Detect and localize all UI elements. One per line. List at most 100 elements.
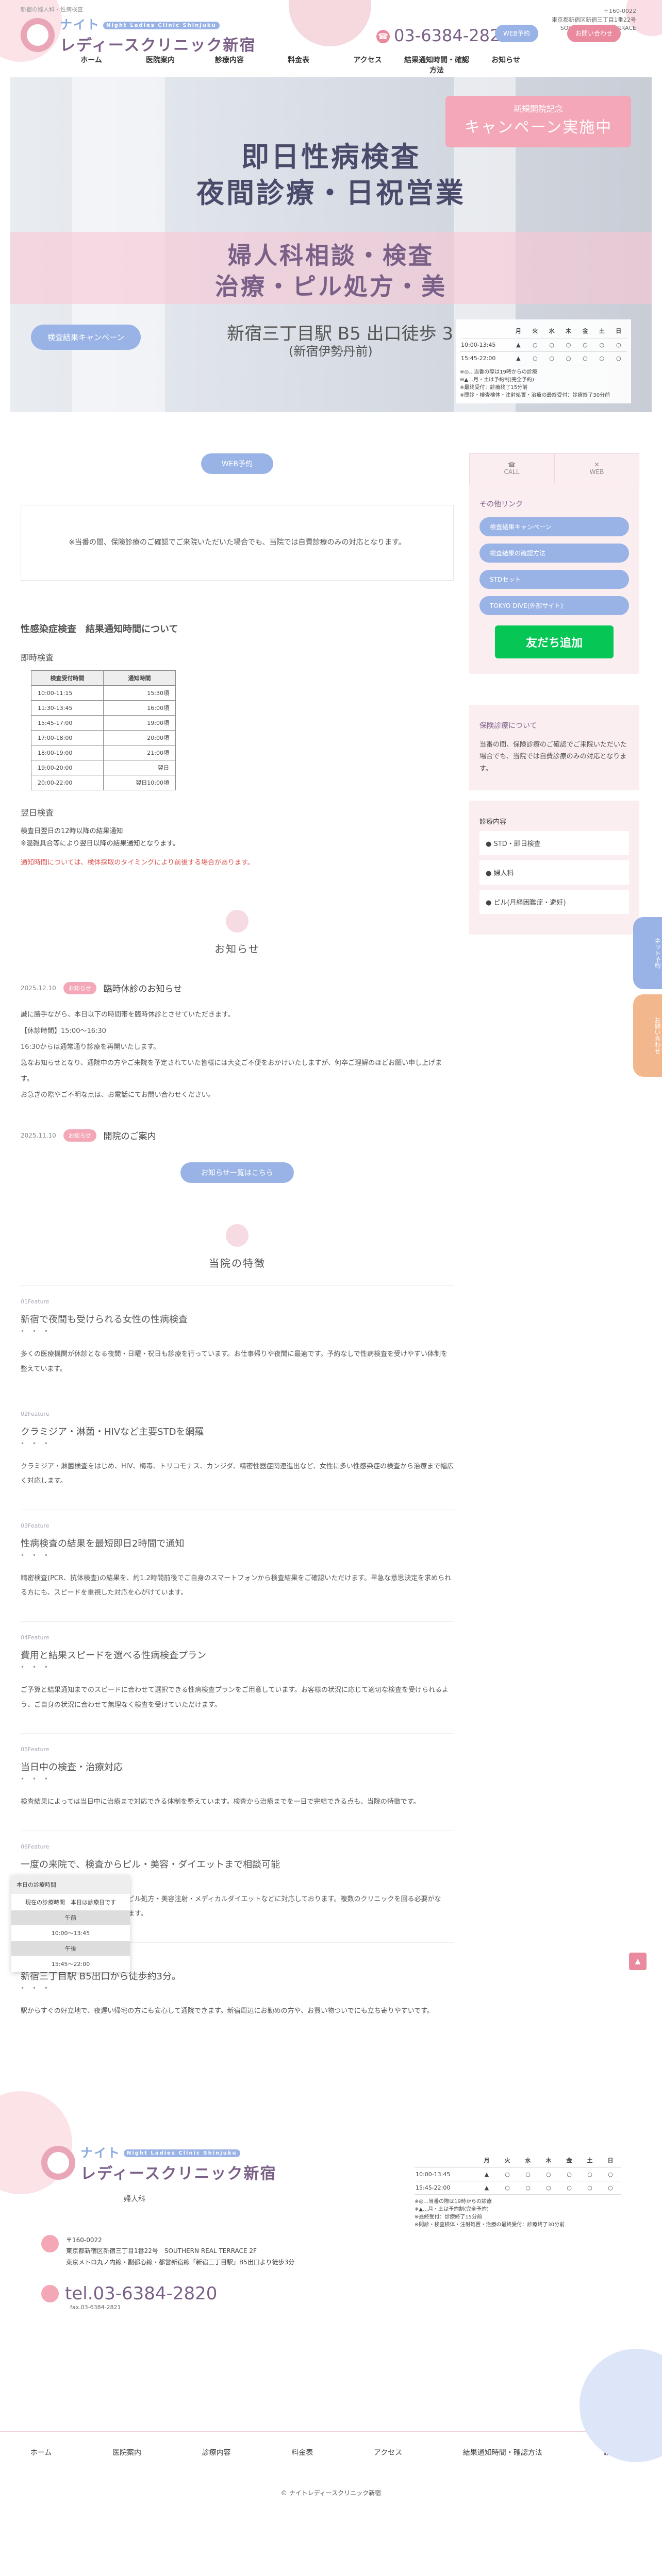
site-logo[interactable]: ナイト Night Ladies Clinic Shinjuku レディースクリニ… bbox=[21, 14, 256, 55]
feature-body: クラミジア・淋菌検査をはじめ、HIV、梅毒、トリコモナス、カンジダ、精密性器症関… bbox=[21, 1462, 454, 1485]
std-cell: 翌日10:00頃 bbox=[103, 775, 176, 791]
footer-nav-results[interactable]: 結果通知時間・確認方法 bbox=[463, 2447, 542, 2458]
web-reserve-button[interactable]: WEB予約 bbox=[201, 453, 274, 474]
news-item-title[interactable]: 臨時休診のお知らせ bbox=[104, 981, 183, 994]
nav-news[interactable]: お知らせ bbox=[471, 55, 540, 80]
hero-campaign-button[interactable]: 検査結果キャンペーン bbox=[31, 325, 141, 350]
global-nav: ホーム 医院案内 診療内容 料金表 アクセス 結果通知時間・確認方法 お知らせ bbox=[57, 55, 540, 80]
footer-nav-services[interactable]: 診療内容 bbox=[202, 2447, 231, 2458]
schedule-mark: ▲ bbox=[476, 2181, 497, 2195]
header-phone-number: 03-6384-2820 bbox=[394, 26, 511, 45]
page-top-button[interactable]: ▲ bbox=[629, 1953, 647, 1970]
side-menu-item-label: STD・即日検査 bbox=[493, 840, 541, 849]
schedule-mark: ○ bbox=[497, 2167, 518, 2181]
news-paragraph: お急ぎの際やご不明な点は、お電話にてお問い合わせください。 bbox=[21, 1091, 215, 1099]
footer-address-line: 東京都新宿区新宿三丁目1番22号 SOUTHERN REAL TERRACE 2… bbox=[66, 2247, 257, 2255]
nav-clinic[interactable]: 医院案内 bbox=[126, 55, 195, 80]
hero-headline-3: 婦人科相談・検査 bbox=[228, 242, 434, 269]
feature-item: 03Feature 性病検査の結果を最短即日2時間で通知 • • • 精密検査(… bbox=[21, 1509, 454, 1621]
nav-access[interactable]: アクセス bbox=[333, 55, 402, 80]
line-add-friend-button[interactable]: 友だち追加 bbox=[495, 625, 614, 658]
side-tab-web[interactable]: ✕ WEB bbox=[554, 453, 639, 483]
site-header: 新宿の婦人科・性病検査 ナイト Night Ladies Clinic Shinj… bbox=[0, 0, 662, 80]
next-day-title: 翌日検査 bbox=[21, 808, 54, 818]
footer-address-line: 〒160-0022 bbox=[66, 2236, 102, 2244]
feature-point: 06Feature bbox=[21, 1843, 49, 1850]
schedule-table: 月 火 水 木 金 土 日 10:00-13:45 ▲ ○ ○ ○ ○ ○ ○ bbox=[415, 2153, 621, 2195]
schedule-day: 水 bbox=[518, 2153, 538, 2168]
decor-blob bbox=[289, 0, 371, 46]
hero-headline-2: 夜間診療・日祝営業 bbox=[196, 177, 466, 209]
news-title: お知らせ bbox=[214, 943, 260, 956]
side-link-results[interactable]: 検査結果の確認方法 bbox=[479, 544, 629, 563]
popup-head: 本日の診療時間 bbox=[11, 1875, 130, 1894]
news-item[interactable]: 2025.12.10 お知らせ 臨時休診のお知らせ 誠に勝手ながら、本日以下の時… bbox=[21, 981, 454, 1103]
footer-nav-home[interactable]: ホーム bbox=[30, 2447, 52, 2458]
std-cell: 20:00頃 bbox=[103, 730, 176, 746]
side-menu-item-label: 婦人科 bbox=[493, 870, 514, 878]
footer-address: 〒160-0022 東京都新宿区新宿三丁目1番22号 SOUTHERN REAL… bbox=[41, 2234, 621, 2268]
nav-results[interactable]: 結果通知時間・確認方法 bbox=[402, 55, 471, 80]
side-menu-item[interactable]: ● ピル(月経困難症・避妊) bbox=[479, 890, 629, 914]
side-insurance-label: 保険診療について bbox=[479, 722, 537, 730]
schedule-mark: ○ bbox=[559, 2167, 580, 2181]
side-tab-call[interactable]: ☎ CALL bbox=[469, 453, 554, 483]
today-hours-popup: 本日の診療時間 現在の診療時間 本日は診療日です 午前 10:00～13:45 … bbox=[11, 1875, 130, 1972]
feature-title: 一度の来院で、検査からピル・美容・ダイエットまで相談可能 bbox=[21, 1859, 280, 1870]
notice-box: ※当番の間、保険診療のご確認でご来院いただいた場合でも、当院では自費診療のみの対… bbox=[21, 505, 454, 581]
schedule-day: 金 bbox=[576, 324, 594, 338]
nav-home[interactable]: ホーム bbox=[57, 55, 126, 80]
logo-text-2: レディースクリニック新宿 bbox=[80, 2164, 277, 2183]
table-row: 20:00-22:00 翌日10:00頃 bbox=[31, 775, 176, 791]
schedule-day: 木 bbox=[560, 324, 577, 338]
std-table-head: 検査受付時間 通知時間 bbox=[31, 670, 176, 686]
feature-body: 駅からすぐの好立地で、夜遅い帰宅の方にも安心して通院できます。新宿周辺にお勤めの… bbox=[21, 2007, 434, 2015]
side-menu-item[interactable]: ● STD・即日検査 bbox=[479, 831, 629, 856]
side-tab-label: WEB bbox=[589, 468, 604, 476]
footer-nav-clinic[interactable]: 医院案内 bbox=[112, 2447, 141, 2458]
schedule-mark: ○ bbox=[580, 2181, 600, 2195]
footer-nav-price[interactable]: 料金表 bbox=[291, 2447, 313, 2458]
schedule-mark: ○ bbox=[610, 351, 627, 365]
popup-row: 10:00～13:45 bbox=[51, 1930, 90, 1937]
news-paragraph: 16:30からは通常通り診療を再開いたします。 bbox=[21, 1043, 160, 1051]
news-tag: お知らせ bbox=[63, 981, 96, 994]
header-contact-button[interactable]: お問い合わせ bbox=[567, 25, 621, 42]
schedule-mark: ○ bbox=[560, 338, 577, 352]
header-phone[interactable]: ☎ 03-6384-2820 bbox=[376, 26, 511, 45]
news-more-button[interactable]: お知らせ一覧はこちら bbox=[180, 1162, 294, 1183]
side-tabs: ☎ CALL ✕ WEB bbox=[469, 453, 639, 483]
hero-banner: 新規開院記念 キャンペーン実施中 即日性病検査 夜間診療・日祝営業 婦人科相談・… bbox=[10, 77, 652, 412]
std-title: 性感染症検査 結果通知時間について bbox=[21, 624, 178, 635]
side-link-std-set[interactable]: STDセット bbox=[479, 570, 629, 589]
table-row: 15:45-17:00 19:00頃 bbox=[31, 715, 176, 731]
phone-icon bbox=[41, 2285, 59, 2303]
phone-icon: ☎ bbox=[376, 30, 390, 43]
header-web-reserve-button[interactable]: WEB予約 bbox=[495, 25, 538, 42]
feature-body: 精密検査(PCR、抗体検査)の結果を、約1.2時間前後でご自身のスマートフォンか… bbox=[21, 1574, 452, 1597]
side-link-external[interactable]: TOKYO DIVE(外部サイト) bbox=[479, 596, 629, 615]
feature-dots: • • • bbox=[21, 1664, 51, 1671]
schedule-note: ※最終受付：診療終了15分前 bbox=[415, 2214, 483, 2220]
news-date: 2025.12.10 bbox=[21, 984, 56, 992]
side-link-campaign[interactable]: 検査結果キャンペーン bbox=[479, 517, 629, 536]
news-item-title[interactable]: 開院のご案内 bbox=[104, 1129, 156, 1142]
feature-dots: • • • bbox=[21, 1775, 51, 1783]
footer-nav-access[interactable]: アクセス bbox=[374, 2447, 402, 2458]
float-contact-tab[interactable]: お問い合わせ bbox=[633, 994, 662, 1077]
schedule-mark: ○ bbox=[543, 338, 560, 352]
footer-phone[interactable]: tel.03-6384-2820 bbox=[41, 2283, 621, 2304]
nav-price[interactable]: 料金表 bbox=[264, 55, 333, 80]
side-menu-item[interactable]: ● 婦人科 bbox=[479, 860, 629, 885]
float-reserve-tab[interactable]: ネット予約 bbox=[633, 917, 662, 989]
campaign-small: 新規開院記念 bbox=[513, 104, 563, 114]
schedule-day: 水 bbox=[543, 324, 560, 338]
schedule-mark: ○ bbox=[538, 2181, 559, 2195]
news-section: お知らせ 2025.12.10 お知らせ 臨時休診のお知らせ 誠に勝手ながら、本… bbox=[21, 910, 454, 1183]
nav-services[interactable]: 診療内容 bbox=[195, 55, 264, 80]
news-item[interactable]: 2025.11.10 お知らせ 開院のご案内 bbox=[21, 1129, 454, 1142]
news-paragraph: 誠に勝手ながら、本日以下の時間帯を臨時休診とさせていただきます。 bbox=[21, 1011, 235, 1019]
news-body: 誠に勝手ながら、本日以下の時間帯を臨時休診とさせていただきます。 【休診時間】1… bbox=[21, 1007, 454, 1103]
std-cell: 17:00-18:00 bbox=[31, 730, 104, 746]
std-cell: 10:00-11:15 bbox=[31, 685, 104, 701]
